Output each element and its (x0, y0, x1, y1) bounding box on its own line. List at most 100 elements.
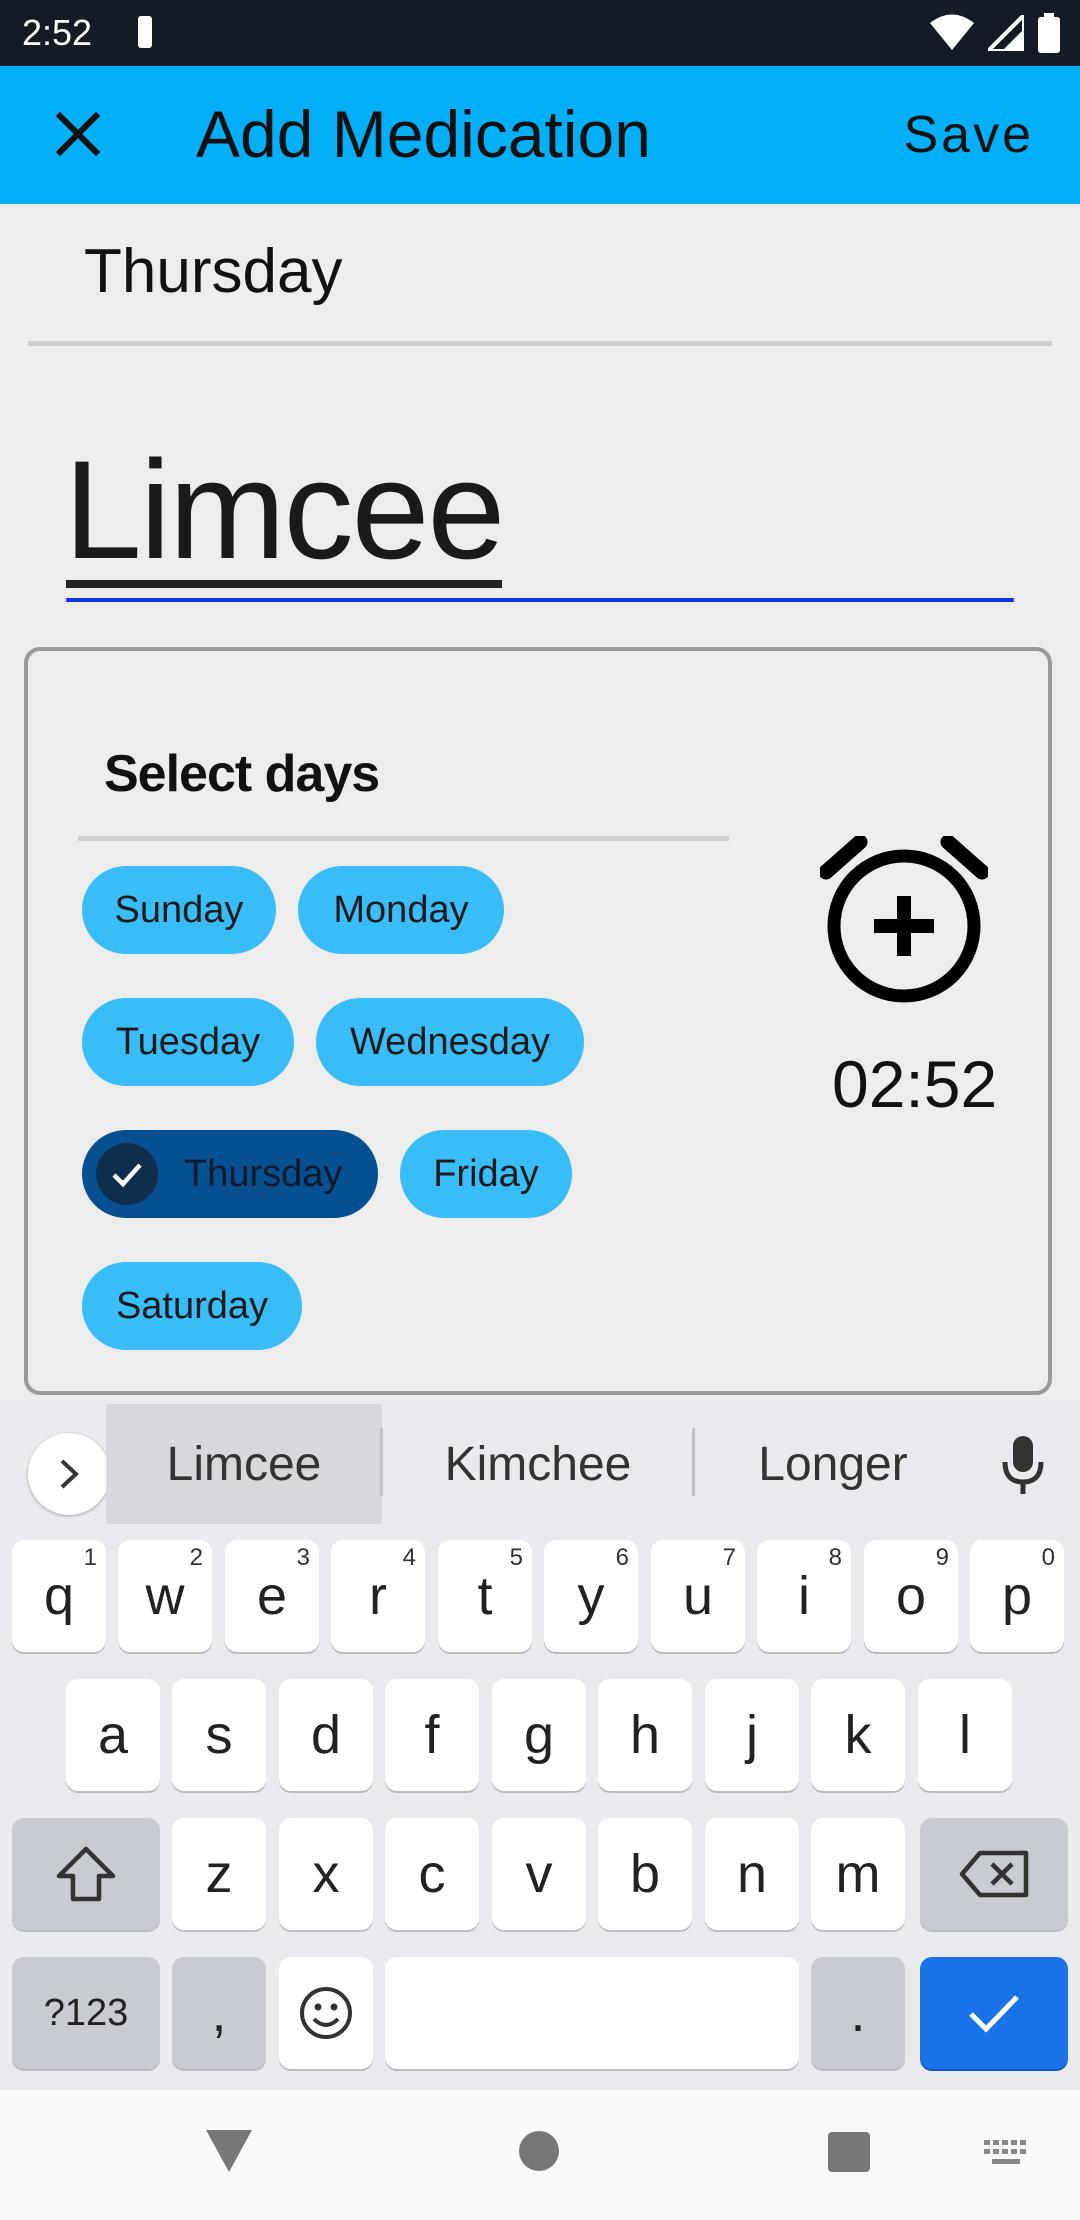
period-key[interactable]: . (811, 1957, 905, 2069)
key-label: l (959, 1705, 971, 1765)
key-label: m (835, 1844, 881, 1904)
key-label: w (145, 1566, 185, 1626)
microphone-icon[interactable] (990, 1430, 1056, 1500)
symbols-key[interactable]: ?123 (12, 1957, 160, 2069)
key-j[interactable]: j (705, 1679, 799, 1791)
status-time: 2:52 (22, 12, 93, 53)
key-g[interactable]: g (492, 1679, 586, 1791)
space-key[interactable] (385, 1957, 799, 2069)
key-e[interactable]: e3 (225, 1540, 319, 1652)
page-title: Add Medication (196, 97, 651, 171)
key-label: s (205, 1705, 233, 1765)
key-hint: 3 (296, 1544, 310, 1571)
day-chip-saturday[interactable]: Saturday (82, 1262, 302, 1350)
key-hint: 6 (615, 1544, 629, 1571)
shift-icon (56, 1846, 116, 1902)
key-r[interactable]: r4 (331, 1540, 425, 1652)
day-chip-sunday[interactable]: Sunday (82, 866, 276, 954)
divider (28, 341, 1052, 346)
backspace-key[interactable] (920, 1818, 1068, 1930)
key-a[interactable]: a (66, 1679, 160, 1791)
key-label: p (1001, 1566, 1033, 1626)
key-label: o (895, 1566, 927, 1626)
composing-underline (66, 580, 502, 588)
back-triangle-icon (206, 2130, 252, 2172)
suggestion-item[interactable]: Limcee (106, 1404, 382, 1524)
reminder-time[interactable]: 02:52 (832, 1044, 997, 1124)
day-chip-thursday[interactable]: Thursday (82, 1130, 378, 1218)
key-u[interactable]: u7 (651, 1540, 745, 1652)
day-chip-wednesday[interactable]: Wednesday (316, 998, 584, 1086)
save-button[interactable]: Save (903, 100, 1034, 170)
key-o[interactable]: o9 (864, 1540, 958, 1652)
suggestion-divider (380, 1428, 383, 1496)
emoji-key[interactable] (279, 1957, 373, 2069)
key-label: j (746, 1705, 758, 1765)
shift-key[interactable] (12, 1818, 160, 1930)
key-x[interactable]: x (279, 1818, 373, 1930)
key-v[interactable]: v (492, 1818, 586, 1930)
day-chip-tuesday[interactable]: Tuesday (82, 998, 294, 1086)
suggestion-item[interactable]: Longer (698, 1404, 968, 1524)
chip-label: Thursday (184, 1152, 343, 1195)
key-t[interactable]: t5 (438, 1540, 532, 1652)
select-days-heading: Select days (104, 745, 380, 803)
key-s[interactable]: s (172, 1679, 266, 1791)
close-button[interactable] (44, 100, 112, 168)
status-icons (930, 12, 1060, 54)
cell-signal-icon (988, 15, 1024, 51)
medication-name-input[interactable]: Limcee (64, 430, 505, 590)
key-n[interactable]: n (705, 1818, 799, 1930)
key-hint: 9 (935, 1544, 949, 1571)
key-m[interactable]: m (811, 1818, 905, 1930)
recents-nav-button[interactable] (828, 2132, 870, 2177)
day-chip-friday[interactable]: Friday (400, 1130, 572, 1218)
key-i[interactable]: i8 (757, 1540, 851, 1652)
key-c[interactable]: c (385, 1818, 479, 1930)
home-circle-icon (519, 2131, 559, 2171)
recents-square-icon (828, 2132, 870, 2172)
key-l[interactable]: l (918, 1679, 1012, 1791)
key-label: a (97, 1705, 129, 1765)
key-p[interactable]: p0 (970, 1540, 1064, 1652)
key-d[interactable]: d (279, 1679, 373, 1791)
key-k[interactable]: k (811, 1679, 905, 1791)
emoji-icon (300, 1987, 352, 2039)
key-z[interactable]: z (172, 1818, 266, 1930)
chip-label: Friday (433, 1152, 539, 1195)
key-label: f (424, 1705, 440, 1765)
key-label: q (43, 1566, 75, 1626)
comma-key[interactable]: , (172, 1957, 266, 2069)
key-y[interactable]: y6 (544, 1540, 638, 1652)
done-key[interactable] (920, 1957, 1068, 2069)
key-hint: 7 (722, 1544, 736, 1571)
alarm-add-icon[interactable] (818, 834, 990, 1004)
suggestion-divider (692, 1428, 695, 1496)
key-q[interactable]: q1 (12, 1540, 106, 1652)
home-nav-button[interactable] (518, 2130, 560, 2177)
suggestion-item[interactable]: Kimchee (390, 1404, 686, 1524)
key-label: t (477, 1566, 493, 1626)
key-h[interactable]: h (598, 1679, 692, 1791)
key-label: z (205, 1844, 233, 1904)
check-icon (969, 1995, 1019, 2033)
keyboard-switch-button[interactable] (984, 2140, 1028, 2175)
suggestion-expand-button[interactable] (28, 1433, 110, 1515)
key-label: d (310, 1705, 342, 1765)
keyboard-icon (984, 2140, 1026, 2164)
key-w[interactable]: w2 (118, 1540, 212, 1652)
day-chip-monday[interactable]: Monday (298, 866, 504, 954)
key-f[interactable]: f (385, 1679, 479, 1791)
key-hint: 8 (828, 1544, 842, 1571)
key-label: x (312, 1844, 340, 1904)
key-label: r (369, 1566, 387, 1626)
key-label: e (256, 1566, 288, 1626)
check-icon (96, 1143, 158, 1205)
battery-icon (1038, 13, 1060, 53)
chevron-right-icon (60, 1459, 79, 1489)
key-label: u (682, 1566, 714, 1626)
key-b[interactable]: b (598, 1818, 692, 1930)
back-nav-button[interactable] (206, 2130, 252, 2177)
key-hint: 1 (83, 1544, 97, 1571)
key-label: h (629, 1705, 661, 1765)
